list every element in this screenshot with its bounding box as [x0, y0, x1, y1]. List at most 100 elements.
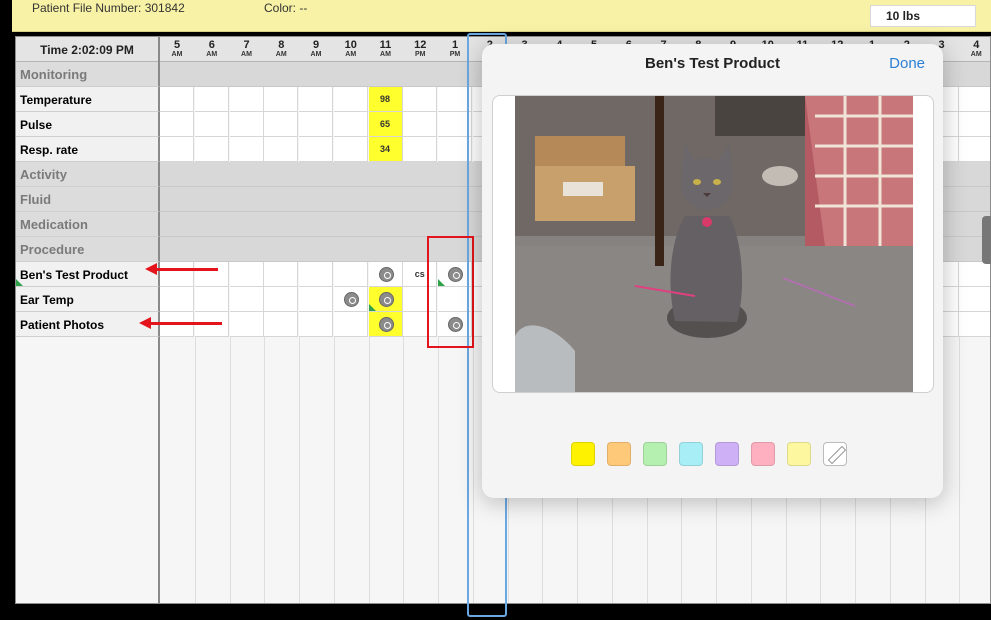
- chart-cell[interactable]: [403, 87, 438, 112]
- chart-cell[interactable]: [333, 287, 368, 312]
- cell-value: 34: [379, 144, 390, 154]
- chart-cell[interactable]: [959, 137, 990, 162]
- chart-cell[interactable]: [229, 287, 264, 312]
- popover-title: Ben's Test Product: [645, 55, 780, 72]
- chart-cell[interactable]: [959, 287, 990, 312]
- chart-cell[interactable]: [299, 137, 333, 162]
- color-swatch[interactable]: [643, 442, 667, 466]
- chart-cell[interactable]: [333, 137, 368, 162]
- chart-cell[interactable]: [959, 262, 990, 287]
- chart-cell[interactable]: [194, 137, 229, 162]
- chart-cell[interactable]: [264, 137, 299, 162]
- chart-cell[interactable]: [264, 112, 299, 137]
- chart-cell[interactable]: [160, 112, 194, 137]
- side-drawer-handle[interactable]: [982, 216, 991, 264]
- row-label[interactable]: Medication: [16, 212, 160, 237]
- chart-cell[interactable]: 65: [368, 112, 403, 137]
- chart-cell[interactable]: [160, 137, 194, 162]
- chart-cell[interactable]: [368, 312, 403, 337]
- hour-number: 9: [312, 39, 320, 51]
- row-label[interactable]: Activity: [16, 162, 160, 187]
- chart-cell[interactable]: [264, 312, 299, 337]
- hour-period: PM: [415, 51, 426, 58]
- chart-cell[interactable]: [299, 287, 333, 312]
- color-swatch[interactable]: [751, 442, 775, 466]
- hour-period: AM: [345, 51, 357, 58]
- chart-cell[interactable]: [333, 262, 368, 287]
- chart-cell[interactable]: [264, 262, 299, 287]
- chart-cell[interactable]: [299, 312, 333, 337]
- row-label[interactable]: Procedure: [16, 237, 160, 262]
- annotation-arrow: [150, 322, 222, 325]
- chart-cell[interactable]: [299, 262, 333, 287]
- chart-cell[interactable]: [368, 262, 403, 287]
- chart-cell[interactable]: [959, 312, 990, 337]
- color-swatch[interactable]: [571, 442, 595, 466]
- annotation-box: [427, 236, 474, 348]
- chart-cell[interactable]: [959, 87, 990, 112]
- chart-cell[interactable]: [959, 112, 990, 137]
- chart-cell[interactable]: [403, 112, 438, 137]
- chart-cell[interactable]: [194, 262, 229, 287]
- chart-cell[interactable]: [229, 312, 264, 337]
- arrow-head-icon: [139, 317, 151, 329]
- row-label[interactable]: Ben's Test Product: [16, 262, 160, 287]
- hour-period: AM: [275, 51, 287, 58]
- cat-photo[interactable]: [515, 96, 913, 392]
- chart-cell[interactable]: [403, 137, 438, 162]
- chart-cell[interactable]: [194, 112, 229, 137]
- hour-period: AM: [171, 51, 183, 58]
- grid-line: [438, 337, 439, 603]
- color-swatch[interactable]: [715, 442, 739, 466]
- chart-cell[interactable]: [368, 287, 403, 312]
- chart-cell[interactable]: [229, 262, 264, 287]
- hour-period: AM: [310, 51, 322, 58]
- hour-header: 7 AM: [230, 39, 264, 59]
- hour-header: 11 AM: [369, 39, 403, 59]
- chart-cell[interactable]: [333, 112, 368, 137]
- hour-number: 12: [414, 39, 427, 51]
- chart-cell[interactable]: [333, 312, 368, 337]
- chart-cell[interactable]: [194, 287, 229, 312]
- note-flag-icon: [16, 279, 23, 286]
- pencil-icon[interactable]: [823, 442, 847, 466]
- color-swatch[interactable]: [787, 442, 811, 466]
- chart-cell[interactable]: [264, 87, 299, 112]
- chart-cell[interactable]: [299, 87, 333, 112]
- camera-icon[interactable]: [343, 292, 359, 307]
- chart-cell[interactable]: [333, 87, 368, 112]
- chart-cell[interactable]: 98: [368, 87, 403, 112]
- row-label[interactable]: Temperature: [16, 87, 160, 112]
- photo-popover: Ben's Test Product Done: [482, 44, 943, 498]
- row-label[interactable]: Fluid: [16, 187, 160, 212]
- chart-cell[interactable]: [229, 137, 264, 162]
- row-label[interactable]: Ear Temp: [16, 287, 160, 312]
- hour-period: AM: [241, 51, 252, 58]
- chart-cell[interactable]: [160, 262, 194, 287]
- hour-number: 6: [208, 39, 215, 51]
- color-swatch[interactable]: [679, 442, 703, 466]
- hour-header: 12 PM: [403, 39, 437, 59]
- arrow-head-icon: [145, 263, 157, 275]
- color-swatch[interactable]: [607, 442, 631, 466]
- hour-number: 5: [173, 39, 181, 51]
- chart-cell[interactable]: [229, 112, 264, 137]
- chart-cell[interactable]: [299, 112, 333, 137]
- row-label[interactable]: Resp. rate: [16, 137, 160, 162]
- row-label[interactable]: Monitoring: [16, 62, 160, 87]
- hour-number: 4: [973, 39, 980, 51]
- chart-cell[interactable]: [194, 87, 229, 112]
- camera-icon[interactable]: [378, 317, 394, 332]
- chart-cell[interactable]: [229, 87, 264, 112]
- chart-cell[interactable]: [264, 287, 299, 312]
- done-button[interactable]: Done: [889, 55, 925, 72]
- chart-cell[interactable]: [160, 287, 194, 312]
- row-label[interactable]: Pulse: [16, 112, 160, 137]
- chart-cell[interactable]: [160, 87, 194, 112]
- camera-icon[interactable]: [378, 292, 394, 307]
- camera-icon[interactable]: [378, 267, 394, 282]
- empty-label-column: [16, 337, 160, 603]
- hour-period: AM: [206, 51, 218, 58]
- weight-field[interactable]: 10 lbs: [870, 5, 976, 27]
- chart-cell[interactable]: 34: [368, 137, 403, 162]
